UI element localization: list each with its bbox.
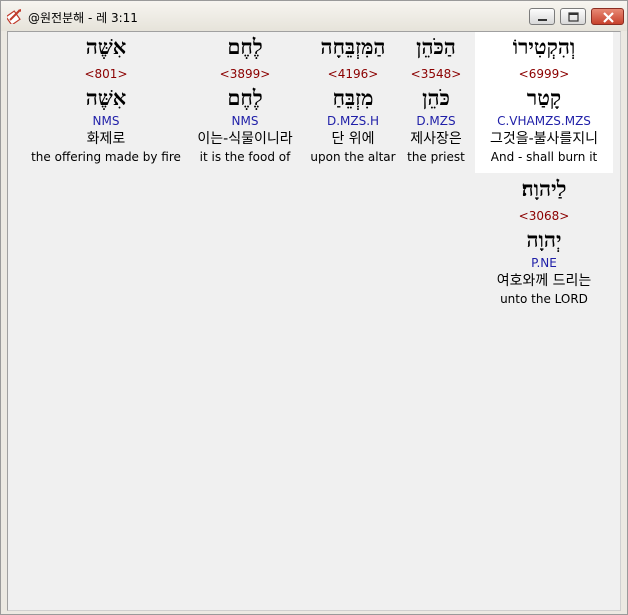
app-window: @원전분해 - 레 3:11 וְהִקְטִירוֹ <6999> קָטַר… — [0, 0, 628, 615]
parsing-code: NMS — [231, 114, 259, 128]
hebrew-word: הַכֹּהֵן — [416, 34, 456, 59]
hebrew-word: לַיהוָה׃ — [521, 176, 567, 201]
strongs-number[interactable]: <3068> — [475, 209, 613, 223]
word-analysis-panel: וְהִקְטִירוֹ <6999> קָטַר C.VHAMZS.MZS 그… — [7, 31, 621, 611]
parsing-code: NMS — [92, 114, 120, 128]
word-column[interactable]: אִשֶּׁה <801> אִשֶּׁה NMS 화제로 the offeri… — [30, 32, 182, 173]
parsing-code: D.MZS — [416, 114, 456, 128]
root-word: לֶחֶם — [227, 85, 263, 110]
korean-gloss: 제사장은 — [410, 131, 462, 147]
korean-gloss: 이는-식물이니라 — [197, 131, 293, 147]
strongs-number[interactable]: <801> — [30, 67, 182, 81]
english-gloss: upon the altar — [310, 150, 396, 164]
hebrew-word: הַמִּזְבֵּחָה — [320, 34, 386, 59]
word-column[interactable]: הַכֹּהֵן <3548> כֹּהֵן D.MZS 제사장은 the pr… — [401, 32, 471, 173]
minimize-button[interactable] — [529, 8, 555, 25]
english-gloss: it is the food of — [199, 150, 291, 164]
korean-gloss: 단 위에 — [331, 131, 375, 147]
strongs-number[interactable]: <4196> — [306, 67, 400, 81]
strongs-number[interactable]: <3548> — [401, 67, 471, 81]
root-word: יְהוָה — [526, 227, 562, 252]
root-word: כֹּהֵן — [422, 85, 450, 110]
root-word: אִשֶּׁה — [85, 85, 127, 110]
word-column[interactable]: לַיהוָה׃ <3068> יְהוָה P.NE 여호와께 드리는 unt… — [475, 174, 613, 315]
word-column[interactable]: וְהִקְטִירוֹ <6999> קָטַר C.VHAMZS.MZS 그… — [475, 32, 613, 173]
parsing-code: C.VHAMZS.MZS — [497, 114, 591, 128]
maximize-icon — [568, 12, 579, 22]
hebrew-word: אִשֶּׁה — [85, 34, 127, 59]
english-gloss: the offering made by fire — [31, 150, 181, 164]
korean-gloss: 여호와께 드리는 — [496, 273, 592, 289]
app-logo-icon — [5, 8, 23, 26]
parsing-code: D.MZS.H — [326, 114, 380, 128]
close-icon — [603, 12, 614, 23]
korean-gloss: 화제로 — [86, 131, 126, 147]
root-word: מִזְבֵּחַ — [332, 85, 374, 110]
english-gloss: unto the LORD — [500, 292, 588, 306]
root-word: קָטַר — [526, 85, 562, 110]
title-bar[interactable]: @원전분해 - 레 3:11 — [1, 1, 627, 31]
maximize-button[interactable] — [560, 8, 586, 25]
english-gloss: And - shall burn it — [490, 150, 598, 164]
window-title: @원전분해 - 레 3:11 — [28, 11, 138, 25]
hebrew-word: לֶחֶם — [227, 34, 263, 59]
english-gloss: the priest — [407, 150, 465, 164]
close-button[interactable] — [591, 8, 624, 25]
strongs-number[interactable]: <6999> — [475, 67, 613, 81]
korean-gloss: 그것을-불사를지니 — [489, 131, 599, 147]
minimize-icon — [538, 19, 547, 21]
word-column[interactable]: לֶחֶם <3899> לֶחֶם NMS 이는-식물이니라 it is th… — [185, 32, 305, 173]
strongs-number[interactable]: <3899> — [185, 67, 305, 81]
parsing-code: P.NE — [531, 256, 557, 270]
hebrew-word: וְהִקְטִירוֹ — [512, 34, 576, 59]
word-column[interactable]: הַמִּזְבֵּחָה <4196> מִזְבֵּחַ D.MZS.H 단… — [306, 32, 400, 173]
